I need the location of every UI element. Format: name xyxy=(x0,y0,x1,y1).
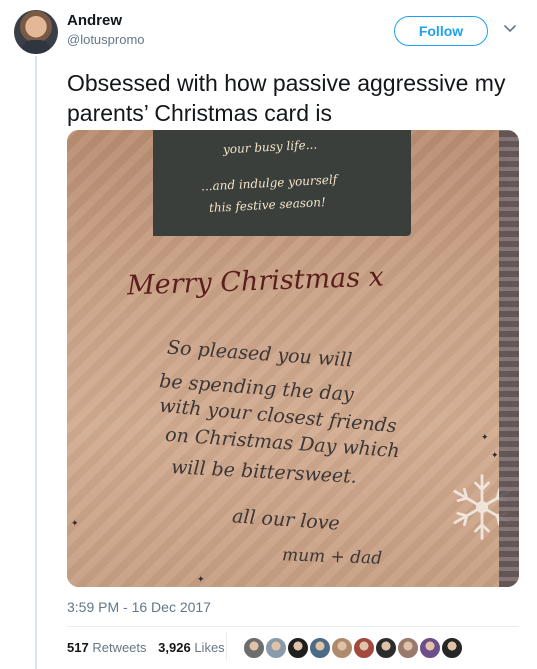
tweet-photo[interactable]: your busy life... ...and indulge yoursel… xyxy=(67,130,519,587)
likes-count: 3,926 xyxy=(158,640,191,655)
sparkle-icon: ✦ xyxy=(197,574,205,584)
chalkboard-line: this festive season! xyxy=(208,194,327,216)
tweet-stats: 517 Retweets 3,926 Likes xyxy=(67,640,233,655)
liker-avatar[interactable] xyxy=(308,636,332,660)
stats-divider xyxy=(226,632,227,660)
card-signature: mum + dad xyxy=(281,545,383,569)
chalkboard-panel: your busy life... ...and indulge yoursel… xyxy=(153,130,411,236)
likes-label: Likes xyxy=(194,640,225,655)
sparkle-icon: ✦ xyxy=(491,450,499,460)
tweet-timestamp[interactable]: 3:59 PM - 16 Dec 2017 xyxy=(67,599,211,615)
sparkle-icon: ✦ xyxy=(481,432,489,442)
liker-avatar[interactable] xyxy=(286,636,310,660)
chalkboard-line: ...and indulge yourself xyxy=(200,172,338,194)
retweets-label: Retweets xyxy=(92,640,147,655)
liker-avatar[interactable] xyxy=(440,636,464,660)
retweets-count: 517 xyxy=(67,640,89,655)
sparkle-icon: ✦ xyxy=(71,518,79,528)
chevron-down-icon[interactable] xyxy=(503,22,517,36)
card-greeting: Merry Christmas x xyxy=(126,261,385,302)
card-message-line: So pleased you will xyxy=(166,336,353,372)
tablecloth-background xyxy=(499,130,519,587)
card-signoff: all our love xyxy=(231,505,341,535)
likes-stat[interactable]: 3,926 Likes xyxy=(158,640,225,655)
liker-avatar[interactable] xyxy=(264,636,288,660)
author-handle[interactable]: @lotuspromo xyxy=(67,32,145,47)
follow-button[interactable]: Follow xyxy=(394,16,488,46)
liker-avatar[interactable] xyxy=(330,636,354,660)
liker-avatar[interactable] xyxy=(396,636,420,660)
divider xyxy=(67,626,519,627)
author-name[interactable]: Andrew xyxy=(67,12,145,29)
avatar-shirt xyxy=(22,40,50,54)
liker-avatar[interactable] xyxy=(374,636,398,660)
tweet-header: Andrew @lotuspromo Follow xyxy=(0,0,537,64)
liker-avatar[interactable] xyxy=(418,636,442,660)
liker-avatar[interactable] xyxy=(242,636,266,660)
chalkboard-line: your busy life... xyxy=(222,137,318,157)
author-avatar[interactable] xyxy=(14,10,58,54)
christmas-card: your busy life... ...and indulge yoursel… xyxy=(67,130,511,587)
liker-avatar[interactable] xyxy=(352,636,376,660)
tweet-text: Obsessed with how passive aggressive my … xyxy=(67,70,506,126)
retweets-stat[interactable]: 517 Retweets xyxy=(67,640,147,655)
author-info[interactable]: Andrew @lotuspromo xyxy=(67,12,145,47)
card-message-line: will be bittersweet. xyxy=(170,456,358,488)
thread-line xyxy=(35,56,37,669)
